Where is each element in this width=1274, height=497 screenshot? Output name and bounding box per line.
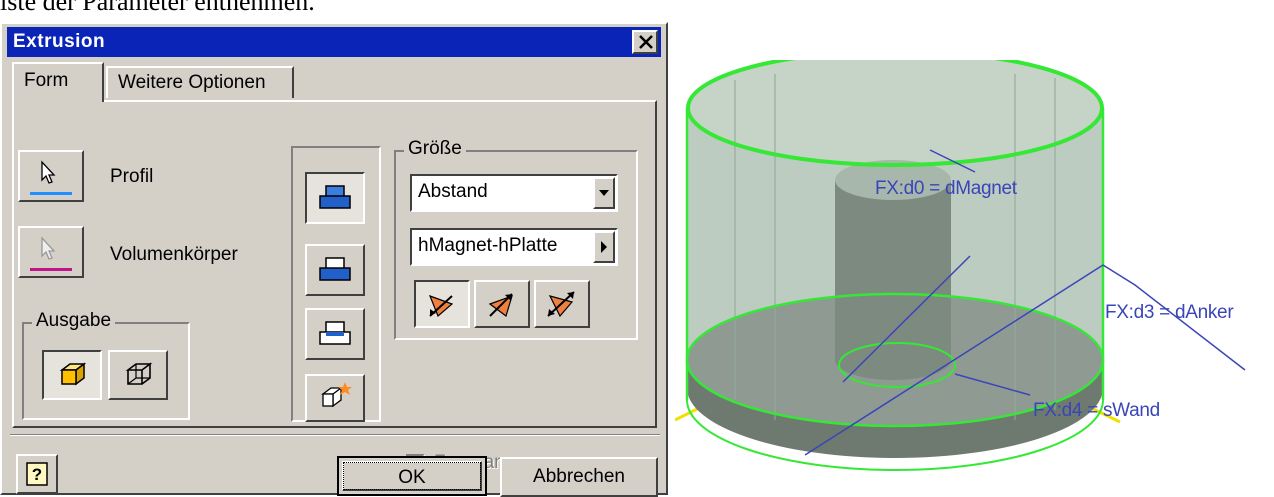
chevron-right-icon xyxy=(601,241,607,253)
distance-menu-button[interactable] xyxy=(593,231,615,263)
cursor-arrow-icon xyxy=(30,160,72,195)
cut-button[interactable] xyxy=(305,244,365,296)
surface-cube-icon xyxy=(125,362,153,385)
intersect-icon xyxy=(319,321,351,345)
document-text: iste der Parameter entnehmen. xyxy=(0,0,315,16)
model-viewport[interactable]: FX:d0 = dMagnet FX:d3 = dAnker FX:d4 = s… xyxy=(675,60,1274,495)
solid-select-button[interactable] xyxy=(18,226,84,278)
output-group: Ausgabe xyxy=(22,310,190,420)
surface-output-button[interactable] xyxy=(108,350,168,400)
cursor-arrow-icon xyxy=(30,236,72,271)
operation-group xyxy=(291,146,381,422)
extent-select[interactable]: Abstand xyxy=(410,174,618,212)
cancel-button[interactable]: Abbrechen xyxy=(500,457,658,497)
size-group-title: Größe xyxy=(404,138,466,160)
size-group: Größe Abstand hMagnet-hPlatte xyxy=(394,138,638,340)
solid-output-button[interactable] xyxy=(42,350,102,400)
close-button[interactable] xyxy=(632,30,658,54)
dialog-separator xyxy=(10,434,660,436)
dialog-titlebar[interactable]: Extrusion xyxy=(7,27,661,57)
distance-value: hMagnet-hPlatte xyxy=(418,235,558,256)
join-button[interactable] xyxy=(305,172,365,224)
extrusion-dialog: Extrusion Form Weitere Optionen Profil V… xyxy=(0,22,668,497)
distance-field[interactable]: hMagnet-hPlatte xyxy=(410,228,618,266)
extent-dropdown-button[interactable] xyxy=(593,177,615,209)
solid-cube-icon xyxy=(59,362,87,386)
profile-label: Profil xyxy=(110,166,154,187)
cancel-label: Abbrechen xyxy=(533,466,625,487)
direction-1-button[interactable] xyxy=(414,280,470,328)
new-solid-button[interactable] xyxy=(305,374,365,422)
output-group-title: Ausgabe xyxy=(32,310,116,332)
profile-select-button[interactable] xyxy=(18,150,84,202)
extent-value: Abstand xyxy=(418,181,488,202)
new-solid-icon xyxy=(321,382,352,408)
tab-form[interactable]: Form xyxy=(12,62,104,102)
close-icon xyxy=(639,35,653,49)
cut-icon xyxy=(319,257,351,281)
dimension-label-d0[interactable]: FX:d0 = dMagnet xyxy=(875,178,1017,200)
tab-weitere-optionen[interactable]: Weitere Optionen xyxy=(106,66,294,98)
dialog-title: Extrusion xyxy=(13,31,106,52)
direction-2-button[interactable] xyxy=(474,280,530,328)
help-icon: ? xyxy=(26,462,48,486)
chevron-down-icon xyxy=(599,190,609,196)
tab-panel-form: Profil Volumenkörper Ausgabe Größe Absta… xyxy=(12,100,657,473)
join-icon xyxy=(319,185,351,209)
symmetric-direction-button[interactable] xyxy=(534,280,590,328)
svg-text:?: ? xyxy=(32,465,42,484)
intersect-button[interactable] xyxy=(305,308,365,360)
ok-button[interactable]: OK xyxy=(337,456,487,496)
solid-label: Volumenkörper xyxy=(110,244,238,265)
focus-rect xyxy=(343,462,481,490)
dimension-label-d3[interactable]: FX:d3 = dAnker xyxy=(1105,302,1234,324)
symmetric-direction-icon xyxy=(547,291,575,318)
help-button[interactable]: ? xyxy=(16,454,58,494)
direction-1-icon xyxy=(428,294,454,318)
direction-2-icon xyxy=(488,293,513,317)
extrusion-preview xyxy=(675,60,1246,471)
dimension-label-d4[interactable]: FX:d4 = sWand xyxy=(1033,400,1160,422)
